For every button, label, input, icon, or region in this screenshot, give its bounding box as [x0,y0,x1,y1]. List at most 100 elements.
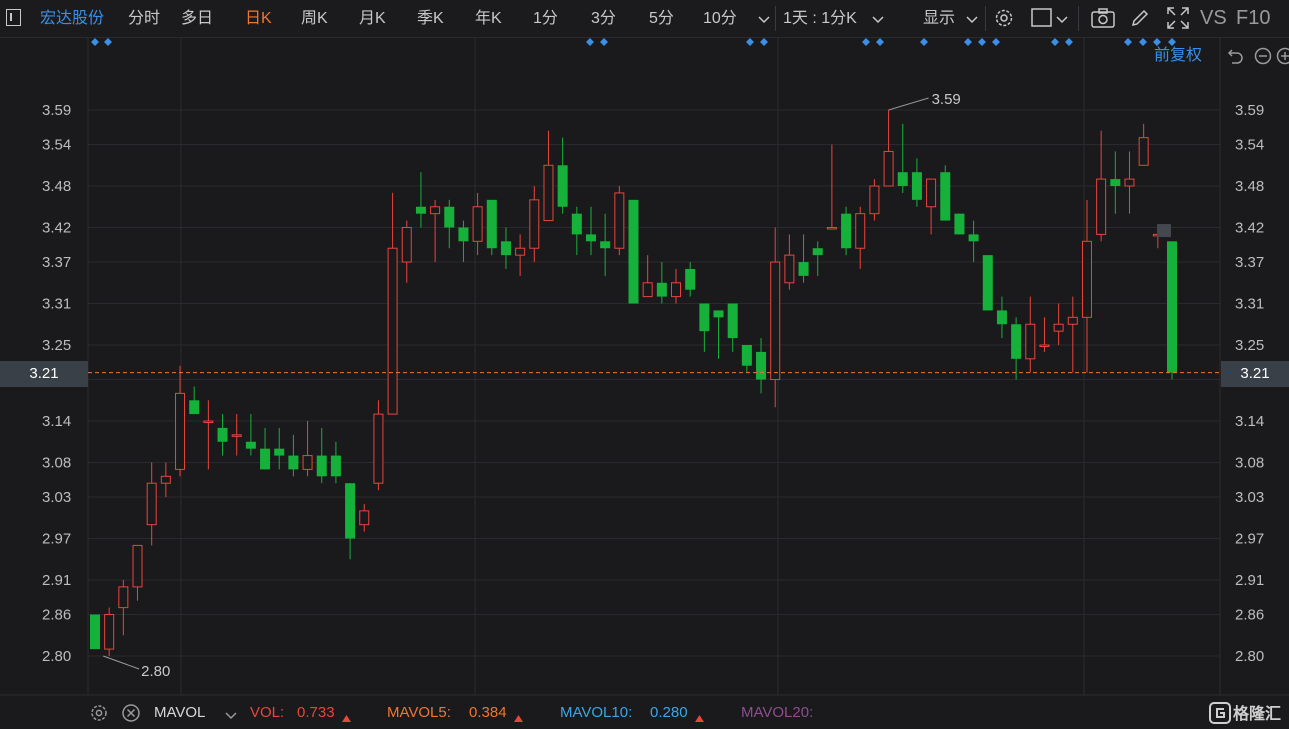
tab-yearly-k[interactable]: 年K [475,0,502,37]
candle-body [869,185,880,215]
close-icon[interactable] [121,703,141,728]
display-menu[interactable]: 显示 [923,0,955,37]
event-marker-icon [1139,38,1147,46]
tab-daily-k[interactable]: 日K [245,0,272,37]
candle-body [940,172,951,221]
y-tick-label: 3.42 [42,219,71,236]
candle-body [713,310,724,318]
candle [387,192,398,415]
chevron-down-icon[interactable] [225,708,237,726]
low-price-label: 2.80 [141,663,170,680]
candle [1124,151,1135,214]
candle-body [812,248,823,256]
candle-body [458,227,469,242]
candle [500,227,511,269]
y-tick-label: 3.08 [1235,454,1264,471]
fullscreen-icon[interactable] [1167,7,1189,34]
candle [330,441,341,484]
tab-monthly-k[interactable]: 月K [359,0,386,37]
candle-body [401,226,412,263]
y-tick-label: 2.91 [42,572,71,589]
candle-body [1011,324,1022,359]
gear-icon[interactable] [89,703,109,728]
candle [1067,296,1078,373]
y-tick-label: 3.48 [42,178,71,195]
candle-body [1167,241,1177,373]
candle-body [104,614,115,650]
candle-body [671,282,682,298]
candle-body [345,483,356,539]
candle [841,206,852,256]
y-tick-label: 2.97 [42,531,71,548]
sidebar-toggle-icon[interactable] [6,9,21,26]
candle [585,206,596,256]
candle [940,165,951,221]
event-marker-icon [586,38,594,46]
candle [515,234,526,276]
candle-body [784,254,795,284]
tab-quarterly-k[interactable]: 季K [417,0,444,37]
arrow-up-icon [342,710,351,728]
chevron-down-icon[interactable] [966,12,978,30]
candle [855,206,866,269]
period-select[interactable]: 1天 : 1分K [783,0,857,37]
layout-icon[interactable] [1031,8,1053,33]
candle-body [472,206,483,242]
pencil-icon[interactable] [1130,8,1150,33]
f10-button[interactable]: F10 [1236,0,1270,37]
candle-body [954,213,965,235]
tab-5min[interactable]: 5分 [649,0,674,37]
y-tick-label: 2.97 [1235,531,1264,548]
candle [231,414,242,456]
event-marker-icon [862,38,870,46]
event-marker-icon [920,38,928,46]
y-tick-label: 3.37 [1235,254,1264,271]
y-tick-label: 3.59 [1235,102,1264,119]
candle [614,186,625,256]
vs-button[interactable]: VS [1200,0,1227,37]
tab-intraday[interactable]: 分时 [128,0,160,37]
y-tick-label: 3.03 [1235,489,1264,506]
candle [883,110,894,187]
arrow-up-icon [695,710,704,728]
candle-body [543,164,554,222]
candle [996,296,1007,339]
vol-value: 0.733 [297,704,335,721]
candle [869,179,880,221]
candle [926,178,937,235]
mavol10-value: 0.280 [650,704,688,721]
brand-name: 格隆汇 [1233,706,1282,723]
candle [260,427,271,470]
candle [784,234,795,290]
candle [911,158,922,207]
tab-10min[interactable]: 10分 [703,0,737,37]
candle-body [160,475,171,484]
y-tick-label: 3.31 [1235,296,1264,313]
event-marker-icon [992,38,1000,46]
candle-body [189,400,200,415]
tab-weekly-k[interactable]: 周K [301,0,328,37]
candle [812,241,823,276]
indicator-name[interactable]: MAVOL [154,700,205,726]
event-marker-icon [1153,38,1161,46]
candlestick-chart[interactable]: 3.593.543.483.423.373.313.253.203.143.08… [0,37,1289,697]
camera-icon[interactable] [1091,8,1115,33]
stock-name[interactable]: 宏达股份 [40,0,104,37]
tab-1min[interactable]: 1分 [533,0,558,37]
candle-body [288,455,299,470]
candle-body [1110,179,1121,187]
gear-icon[interactable] [993,7,1015,34]
chevron-down-icon[interactable] [758,12,770,30]
chevron-down-icon[interactable] [1056,12,1068,30]
current-price-label-left: 3.21 [29,365,59,382]
candle [628,199,639,304]
candle-body [330,455,341,477]
tab-multiday[interactable]: 多日 [181,0,213,37]
chevron-down-icon[interactable] [872,12,884,30]
tab-3min[interactable]: 3分 [591,0,616,37]
candle [373,400,384,491]
candle [316,427,327,484]
candle [756,338,767,394]
high-price-label: 3.59 [932,91,961,108]
candle-body [217,427,228,442]
